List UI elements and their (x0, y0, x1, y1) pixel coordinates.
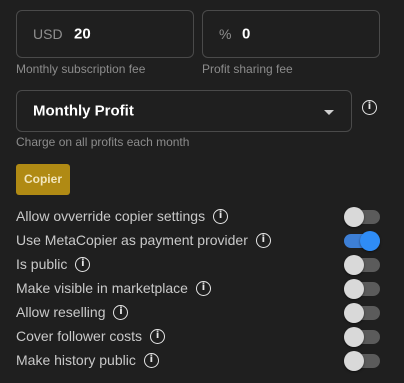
profit-share-helper: Profit sharing fee (202, 62, 293, 76)
charge-mode-helper: Charge on all profits each month (16, 135, 190, 149)
toggle-knob (344, 351, 364, 371)
setting-row-label: Make history public i (16, 352, 159, 369)
info-icon[interactable]: i (75, 256, 91, 272)
setting-toggle[interactable] (344, 279, 380, 299)
copier-button[interactable]: Copier (16, 164, 70, 195)
info-icon[interactable]: i (362, 100, 377, 115)
setting-toggle[interactable] (344, 303, 380, 323)
profit-share-input[interactable]: % 0 (202, 10, 380, 58)
subscription-fee-input[interactable]: USD 20 (16, 10, 194, 58)
setting-row-label: Allow ovverride copier settings i (16, 208, 229, 225)
setting-row-label: Cover follower costs i (16, 328, 166, 345)
subscription-fee-value: 20 (74, 25, 91, 43)
toggle-knob (344, 279, 364, 299)
setting-label: Allow ovverride copier settings (16, 208, 206, 224)
charge-mode-selected: Monthly Profit (33, 102, 134, 120)
setting-toggle[interactable] (344, 207, 380, 227)
info-icon[interactable]: i (255, 232, 271, 248)
chevron-down-icon (324, 110, 334, 115)
info-icon[interactable]: i (213, 208, 229, 224)
info-icon[interactable]: i (143, 352, 159, 368)
setting-toggle[interactable] (344, 255, 380, 275)
setting-label: Is public (16, 256, 68, 272)
info-icon[interactable]: i (150, 328, 166, 344)
toggle-knob (344, 255, 364, 275)
setting-label: Cover follower costs (16, 328, 143, 344)
copier-settings-panel: USD 20 Monthly subscription fee % 0 Prof… (0, 0, 404, 383)
setting-toggle[interactable] (344, 327, 380, 347)
setting-label: Make history public (16, 352, 136, 368)
setting-label: Use MetaCopier as payment provider (16, 232, 248, 248)
toggle-knob (360, 231, 380, 251)
setting-row-label: Allow reselling i (16, 304, 129, 321)
toggle-knob (344, 207, 364, 227)
setting-toggle[interactable] (344, 231, 380, 251)
setting-label: Make visible in marketplace (16, 280, 188, 296)
setting-row-label: Is public i (16, 256, 91, 273)
info-icon[interactable]: i (195, 280, 211, 296)
setting-toggle[interactable] (344, 351, 380, 371)
toggle-knob (344, 303, 364, 323)
subscription-fee-helper: Monthly subscription fee (16, 62, 146, 76)
setting-row-label: Make visible in marketplace i (16, 280, 211, 297)
profit-share-value: 0 (242, 25, 251, 43)
setting-row-label: Use MetaCopier as payment provider i (16, 232, 271, 249)
toggle-knob (344, 327, 364, 347)
info-icon[interactable]: i (113, 304, 129, 320)
currency-prefix: USD (33, 26, 63, 42)
setting-label: Allow reselling (16, 304, 106, 320)
charge-mode-select[interactable]: Monthly Profit (16, 90, 352, 132)
percent-prefix: % (219, 26, 232, 42)
